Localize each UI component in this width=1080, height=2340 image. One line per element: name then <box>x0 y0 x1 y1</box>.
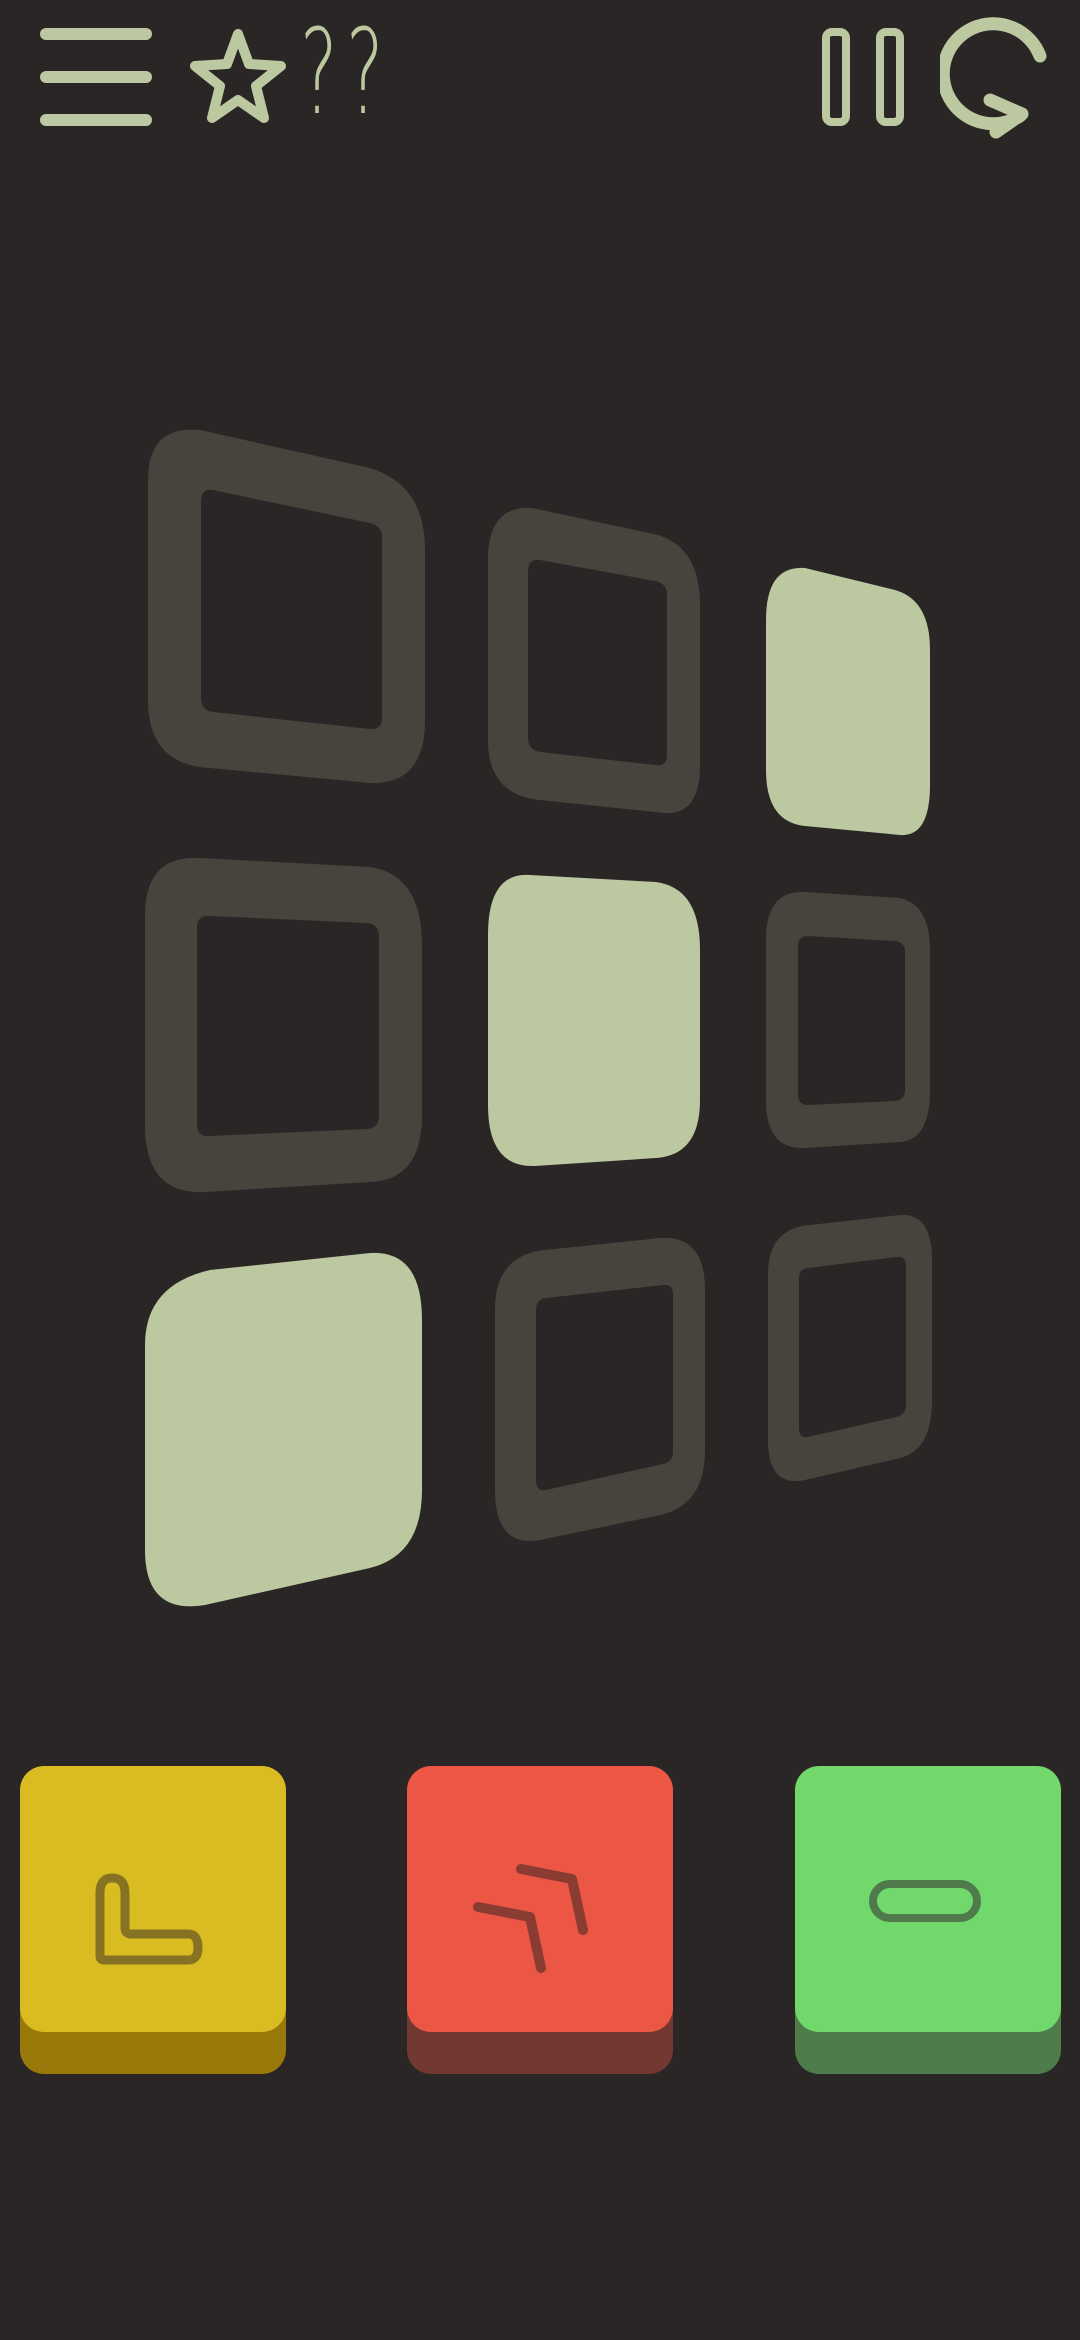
tile-frame <box>495 1237 705 1541</box>
move-controls <box>0 1760 1080 2080</box>
tile-r2-c2[interactable] <box>488 874 700 1167</box>
horizontal-bar-icon <box>869 1880 981 1922</box>
tile-filled <box>766 567 930 836</box>
move-diagonal-button[interactable] <box>407 1760 673 2074</box>
tile-r1-c2[interactable] <box>488 507 700 814</box>
tile-filled <box>145 1252 422 1607</box>
move-line-button[interactable] <box>795 1760 1061 2074</box>
tile-r3-c1[interactable] <box>145 1252 422 1607</box>
tile-r3-c3[interactable] <box>768 1214 932 1482</box>
tile-r2-c1[interactable] <box>145 857 422 1193</box>
puzzle-board <box>145 429 932 1607</box>
tile-frame <box>488 507 700 814</box>
tile-frame <box>768 1214 932 1482</box>
tile-frame <box>766 891 930 1149</box>
move-l-button[interactable] <box>20 1760 286 2074</box>
l-shape-icon <box>95 1873 203 1965</box>
double-chevron-icon <box>473 1864 588 1973</box>
tile-filled <box>488 874 700 1167</box>
tile-frame <box>148 429 425 784</box>
tile-r1-c1[interactable] <box>148 429 425 784</box>
tile-frame <box>145 857 422 1193</box>
tile-r1-c3[interactable] <box>766 567 930 836</box>
tile-r2-c3[interactable] <box>766 891 930 1149</box>
tile-r3-c2[interactable] <box>495 1237 705 1541</box>
